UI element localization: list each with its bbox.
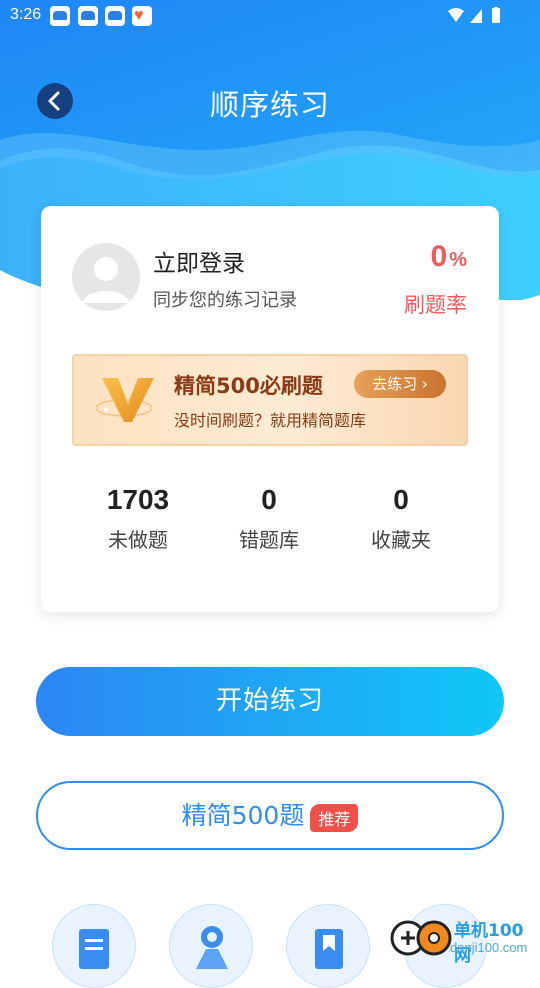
simple-500-button[interactable]: 精简500题 推荐 [36, 781, 504, 850]
stat-wrong[interactable]: 0 错题库 [199, 484, 339, 553]
car-app-icon [105, 6, 125, 26]
document-icon [79, 929, 109, 969]
stat-value: 1703 [106, 484, 170, 515]
recommend-badge: 推荐 [310, 804, 359, 832]
go-practice-button[interactable]: 去练习 › [354, 370, 446, 398]
car-app-icon [78, 6, 98, 26]
bottom-menu-bookmark[interactable] [286, 904, 370, 988]
watermark-sub: danji100.com [450, 940, 528, 955]
avatar[interactable] [72, 243, 140, 311]
status-time: 3:26 [10, 6, 42, 23]
promo-banner[interactable]: 精简500必刷题 没时间刷题？就用精简题库 去练习 › [72, 354, 468, 446]
login-subtitle: 同步您的练习记录 [153, 290, 297, 311]
promo-title: 精简500必刷题 [174, 374, 323, 398]
rate-value: 0% [430, 240, 467, 273]
status-icons [448, 7, 500, 23]
bookmark-icon [315, 929, 343, 969]
stat-label: 未做题 [108, 528, 168, 552]
heart-app-icon: ♥ [132, 6, 152, 26]
status-bar: 3:26 ♥ [0, 0, 540, 32]
stat-undone[interactable]: 1703 未做题 [68, 484, 208, 553]
stat-value: 0 [393, 484, 409, 515]
rate-label: 刷题率 [404, 293, 467, 317]
battery-icon [492, 8, 500, 23]
stat-label: 收藏夹 [371, 528, 431, 552]
location-icon [196, 926, 228, 969]
start-practice-button[interactable]: 开始练习 [36, 667, 504, 736]
v-logo-icon [95, 378, 154, 422]
stat-label: 错题库 [239, 528, 299, 552]
signal-icon [470, 9, 482, 23]
stat-value: 0 [261, 484, 277, 515]
bottom-menu-document[interactable] [52, 904, 136, 988]
login-link[interactable]: 立即登录 [153, 244, 245, 278]
bottom-menu-location[interactable] [169, 904, 253, 988]
promo-subtitle: 没时间刷题？就用精简题库 [174, 411, 367, 430]
stat-favorites[interactable]: 0 收藏夹 [331, 484, 471, 553]
car-app-icon [50, 6, 70, 26]
user-placeholder-icon [82, 257, 130, 303]
profile-card: 立即登录 同步您的练习记录 0% 刷题率 精简500必刷题 没时间刷题？就用精简… [41, 206, 499, 612]
page-title: 顺序练习 [209, 88, 330, 122]
wifi-icon [448, 8, 464, 22]
simple-500-label: 精简500题 [181, 801, 305, 830]
watermark: 单机100网 danji100.com [390, 912, 540, 966]
watermark-logo-icon [390, 920, 452, 956]
